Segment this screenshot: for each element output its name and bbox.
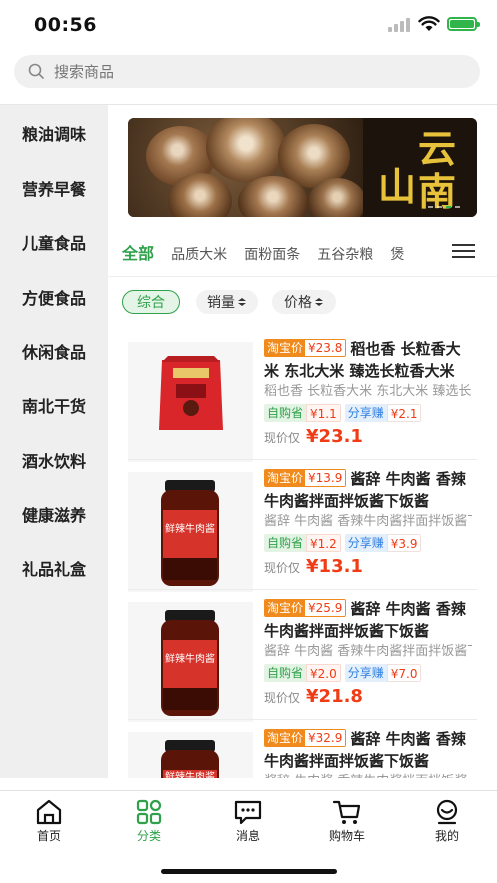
sort-sales-button[interactable]: 销量 [196,290,258,314]
sauce-jar-image: 鲜辣牛肉酱 [161,480,219,586]
product-subtitle: 酱辞 牛肉酱 香辣牛肉酱拌面拌饭酱下饭酱 [264,514,472,529]
cart-icon [332,800,361,824]
sauce-jar-image: 鲜辣牛肉酱 [161,740,219,778]
sort-sales-label: 销量 [207,295,235,311]
sidebar-item-gift-box[interactable]: 礼品礼盒 [0,541,108,595]
product-card[interactable]: 鲜辣牛肉酱 淘宝价 ¥25.9 酱辞 牛肉酱 香辣牛肉酱拌面拌饭酱下饭酱 酱辞 牛肉… [128,598,477,728]
product-price: 现价仅 ¥13.1 [264,556,363,577]
product-title: 淘宝价 ¥13.9 酱辞 牛肉酱 香辣牛肉酱拌面拌饭酱下饭酱 [264,469,466,510]
category-grid-icon [136,799,162,825]
product-image-sauce-jar[interactable]: 鲜辣牛肉酱 [128,602,253,722]
nav-category[interactable]: 分类 [114,799,184,845]
search-input[interactable] [54,55,454,88]
search-bar[interactable] [14,55,480,88]
product-divider [128,459,477,460]
taobao-price-tag: 淘宝价 ¥25.9 [264,599,347,617]
svg-text:鲜辣牛肉酱: 鲜辣牛肉酱 [165,770,215,778]
product-image-sauce-jar[interactable]: 鲜辣牛肉酱 [128,472,253,592]
sidebar-item-kids-food[interactable]: 儿童食品 [0,215,108,269]
tab-soup[interactable]: 煲 [390,244,404,264]
search-icon [28,63,44,79]
taobao-price-tag: 淘宝价 ¥23.8 [264,339,347,357]
rice-bag-image [159,356,223,430]
sidebar-item-snacks[interactable]: 休闲食品 [0,324,108,378]
share-earn-tag: 分享赚 ¥2.1 [344,404,422,422]
svg-text:鲜辣牛肉酱: 鲜辣牛肉酱 [165,522,215,535]
signal-icon [388,18,412,32]
wifi-icon [418,16,440,31]
product-price: 现价仅 ¥21.8 [264,686,363,707]
sidebar-item-health[interactable]: 健康滋养 [0,487,108,541]
product-card[interactable]: 鲜辣牛肉酱 淘宝价 ¥13.9 酱辞 牛肉酱 香辣牛肉酱拌面拌饭酱下饭酱 酱辞 牛肉… [128,468,477,598]
home-icon [36,799,62,825]
product-divider [128,719,477,720]
message-icon [234,800,262,825]
product-card[interactable]: 鲜辣牛肉酱 淘宝价¥32.9酱辞 牛肉酱 香辣牛肉酱拌面拌饭酱下饭酱 酱辞 牛肉… [128,728,477,778]
nav-home[interactable]: 首页 [14,799,84,845]
tab-rice[interactable]: 品质大米 [171,244,227,264]
tab-noodles[interactable]: 面粉面条 [244,244,300,264]
product-title: 淘宝价 ¥32.9 酱辞 牛肉酱 香辣牛肉酱拌面拌饭酱下饭酱 [264,729,466,770]
status-time: 00:56 [34,14,97,36]
status-bar: 00:56 [0,0,497,50]
sidebar-item-grain-oil[interactable]: 粮油调味 [0,106,108,160]
product-title: 淘宝价 ¥23.8 稻也香 长粒香大米 东北大米 臻选长粒香大米 [264,339,461,380]
product-list-clip: 鲜辣牛肉酱 淘宝价¥32.9酱辞 牛肉酱 香辣牛肉酱拌面拌饭酱下饭酱 酱辞 牛肉… [0,728,497,778]
sidebar-item-instant[interactable]: 方便食品 [0,270,108,324]
banner-pagination [428,206,460,208]
sort-price-button[interactable]: 价格 [272,290,336,314]
taobao-price-tag: 淘宝价 ¥32.9 [264,729,347,747]
self-save-tag: 自购省 ¥1.2 [264,534,341,552]
svg-text:鲜辣牛肉酱: 鲜辣牛肉酱 [165,652,215,665]
taobao-price-tag: 淘宝价 ¥13.9 [264,469,347,487]
category-sidebar: 粮油调味 营养早餐 儿童食品 方便食品 休闲食品 南北干货 酒水饮料 健康滋养 … [0,105,108,778]
product-subtitle: 稻也香 长粒香大米 东北大米 臻选长粒香 [264,384,472,399]
sort-overall-button[interactable]: 综合 [122,290,180,314]
sort-overall-label: 综合 [137,295,165,311]
profile-icon [436,799,458,825]
share-earn-tag: 分享赚 ¥7.0 [344,664,422,682]
product-price: 现价仅 ¥23.1 [264,426,363,447]
promo-banner[interactable]: 山 云 南 [128,118,477,217]
sort-arrows-icon [238,298,246,306]
sidebar-item-drinks[interactable]: 酒水饮料 [0,433,108,487]
banner-text-char-1: 山 [378,165,417,209]
sidebar-item-dry-goods[interactable]: 南北干货 [0,378,108,432]
product-subtitle: 酱辞 牛肉酱 香辣牛肉酱拌面拌饭酱 [264,770,472,778]
share-earn-tag: 分享赚 ¥3.9 [344,534,422,552]
tab-all[interactable]: 全部 [122,240,154,264]
home-indicator [161,869,337,874]
self-save-tag: 自购省 ¥2.0 [264,664,341,682]
nav-messages[interactable]: 消息 [213,799,283,845]
tab-grains[interactable]: 五谷杂粮 [317,244,373,264]
product-divider [128,589,477,590]
banner-text-char-2: 云 [418,127,457,171]
product-title: 淘宝价 ¥25.9 酱辞 牛肉酱 香辣牛肉酱拌面拌饭酱下饭酱 [264,599,466,640]
product-image-sauce-jar[interactable]: 鲜辣牛肉酱 [128,732,253,778]
sort-arrows-icon [315,298,323,306]
self-save-tag: 自购省 ¥1.1 [264,404,341,422]
tabs-divider [108,276,497,277]
sauce-jar-image: 鲜辣牛肉酱 [161,610,219,716]
product-card[interactable]: 淘宝价 ¥23.8 稻也香 长粒香大米 东北大米 臻选长粒香大米 稻也香 长粒香大米… [128,338,477,468]
nav-profile[interactable]: 我的 [412,799,482,845]
product-image-rice-bag[interactable] [128,342,253,462]
sidebar-item-breakfast[interactable]: 营养早餐 [0,161,108,215]
nav-cart[interactable]: 购物车 [312,799,382,845]
category-tabs: 全部 品质大米 面粉面条 五谷杂粮 煲 [122,240,432,264]
battery-icon [447,17,480,31]
sort-price-label: 价格 [284,295,312,311]
category-menu-icon[interactable] [452,244,475,260]
product-subtitle: 酱辞 牛肉酱 香辣牛肉酱拌面拌饭酱下饭酱 [264,644,472,659]
